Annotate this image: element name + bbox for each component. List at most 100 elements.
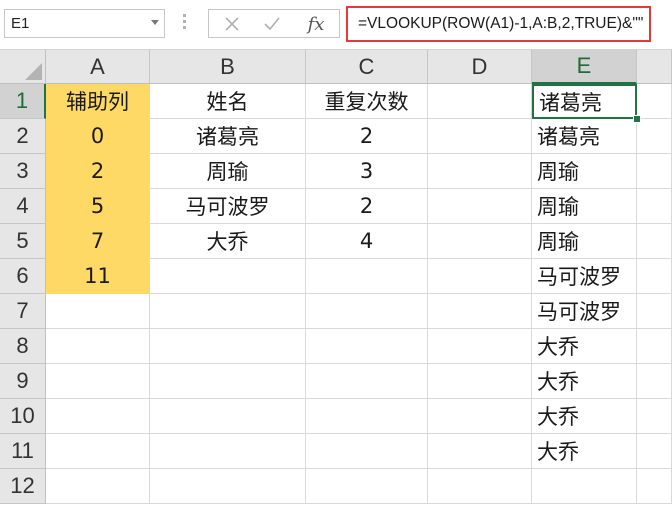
cell-f12[interactable] xyxy=(637,469,672,504)
row-header-8[interactable]: 8 xyxy=(0,329,46,364)
cell-b9[interactable] xyxy=(150,364,306,399)
cell-c11[interactable] xyxy=(306,434,428,469)
cell-b10[interactable] xyxy=(150,399,306,434)
cell-c6[interactable] xyxy=(306,259,428,294)
cell-b12[interactable] xyxy=(150,469,306,504)
column-header-c[interactable]: C xyxy=(306,50,428,84)
cell-e4[interactable]: 周瑜 xyxy=(532,189,637,224)
row-header-1[interactable]: 1 xyxy=(0,84,46,119)
cell-b11[interactable] xyxy=(150,434,306,469)
row-header-2[interactable]: 2 xyxy=(0,119,46,154)
column-header-b[interactable]: B xyxy=(150,50,306,84)
cell-e7[interactable]: 马可波罗 xyxy=(532,294,637,329)
cell-d1[interactable] xyxy=(428,84,532,119)
column-header-a[interactable]: A xyxy=(46,50,150,84)
cell-f10[interactable] xyxy=(637,399,672,434)
cell-b6[interactable] xyxy=(150,259,306,294)
cell-a6[interactable]: 11 xyxy=(46,259,150,294)
cell-c1[interactable]: 重复次数 xyxy=(306,84,428,119)
cell-f6[interactable] xyxy=(637,259,672,294)
cell-c3[interactable]: 3 xyxy=(306,154,428,189)
drag-handle-icon[interactable] xyxy=(183,14,187,34)
cell-f9[interactable] xyxy=(637,364,672,399)
cell-d4[interactable] xyxy=(428,189,532,224)
cell-f1[interactable] xyxy=(637,84,672,119)
row-header-4[interactable]: 4 xyxy=(0,189,46,224)
cell-d8[interactable] xyxy=(428,329,532,364)
cell-e11[interactable]: 大乔 xyxy=(532,434,637,469)
cell-b4[interactable]: 马可波罗 xyxy=(150,189,306,224)
cell-c7[interactable] xyxy=(306,294,428,329)
cell-b3[interactable]: 周瑜 xyxy=(150,154,306,189)
fill-handle[interactable] xyxy=(633,115,641,123)
cell-c8[interactable] xyxy=(306,329,428,364)
column-header-d[interactable]: D xyxy=(428,50,532,84)
row-header-5[interactable]: 5 xyxy=(0,224,46,259)
close-icon[interactable] xyxy=(217,12,247,36)
row-header-7[interactable]: 7 xyxy=(0,294,46,329)
cell-c9[interactable] xyxy=(306,364,428,399)
select-all-button[interactable] xyxy=(0,50,46,84)
check-icon[interactable] xyxy=(257,12,287,36)
cell-f3[interactable] xyxy=(637,154,672,189)
insert-function-button[interactable]: fx xyxy=(301,12,331,36)
row-header-3[interactable]: 3 xyxy=(0,154,46,189)
cell-d3[interactable] xyxy=(428,154,532,189)
formula-input[interactable]: =VLOOKUP(ROW(A1)-1,A:B,2,TRUE)&"" xyxy=(346,6,651,42)
cell-d6[interactable] xyxy=(428,259,532,294)
cell-e5[interactable]: 周瑜 xyxy=(532,224,637,259)
cell-f11[interactable] xyxy=(637,434,672,469)
cell-a9[interactable] xyxy=(46,364,150,399)
cell-c2[interactable]: 2 xyxy=(306,119,428,154)
cell-e1[interactable]: 诸葛亮 xyxy=(532,84,637,119)
cell-c12[interactable] xyxy=(306,469,428,504)
row-header-9[interactable]: 9 xyxy=(0,364,46,399)
cell-a11[interactable] xyxy=(46,434,150,469)
cell-e6[interactable]: 马可波罗 xyxy=(532,259,637,294)
cell-d11[interactable] xyxy=(428,434,532,469)
cell-f8[interactable] xyxy=(637,329,672,364)
cell-a12[interactable] xyxy=(46,469,150,504)
row-header-6[interactable]: 6 xyxy=(0,259,46,294)
name-box[interactable]: E1 xyxy=(4,9,165,38)
cell-b2[interactable]: 诸葛亮 xyxy=(150,119,306,154)
cell-d5[interactable] xyxy=(428,224,532,259)
cell-a3[interactable]: 2 xyxy=(46,154,150,189)
cell-d7[interactable] xyxy=(428,294,532,329)
cell-e3[interactable]: 周瑜 xyxy=(532,154,637,189)
cell-d9[interactable] xyxy=(428,364,532,399)
cell-e12[interactable] xyxy=(532,469,637,504)
cell-a2[interactable]: 0 xyxy=(46,119,150,154)
column-header-f[interactable] xyxy=(637,50,672,84)
row-header-10[interactable]: 10 xyxy=(0,399,46,434)
cell-a4[interactable]: 5 xyxy=(46,189,150,224)
cell-a1[interactable]: 辅助列 xyxy=(46,84,150,119)
chevron-down-icon[interactable] xyxy=(151,20,159,25)
cell-d2[interactable] xyxy=(428,119,532,154)
cell-a8[interactable] xyxy=(46,329,150,364)
cell-b1[interactable]: 姓名 xyxy=(150,84,306,119)
cell-e10[interactable]: 大乔 xyxy=(532,399,637,434)
cell-a10[interactable] xyxy=(46,399,150,434)
cell-e8[interactable]: 大乔 xyxy=(532,329,637,364)
cell-e9[interactable]: 大乔 xyxy=(532,364,637,399)
cell-d12[interactable] xyxy=(428,469,532,504)
cell-c5[interactable]: 4 xyxy=(306,224,428,259)
row-header-12[interactable]: 12 xyxy=(0,469,46,504)
cell-a5[interactable]: 7 xyxy=(46,224,150,259)
cell-c4[interactable]: 2 xyxy=(306,189,428,224)
cell-f5[interactable] xyxy=(637,224,672,259)
cell-c10[interactable] xyxy=(306,399,428,434)
cell-f2[interactable] xyxy=(637,119,672,154)
cell-e2[interactable]: 诸葛亮 xyxy=(532,119,637,154)
cell-b8[interactable] xyxy=(150,329,306,364)
cell-d10[interactable] xyxy=(428,399,532,434)
cell-f7[interactable] xyxy=(637,294,672,329)
cell-a7[interactable] xyxy=(46,294,150,329)
cell-b7[interactable] xyxy=(150,294,306,329)
column-header-e[interactable]: E xyxy=(532,50,637,84)
formula-bar: E1 fx =VLOOKUP(ROW(A1)-1,A:B,2,TRUE)&"" xyxy=(0,0,672,50)
row-header-11[interactable]: 11 xyxy=(0,434,46,469)
cell-f4[interactable] xyxy=(637,189,672,224)
cell-b5[interactable]: 大乔 xyxy=(150,224,306,259)
